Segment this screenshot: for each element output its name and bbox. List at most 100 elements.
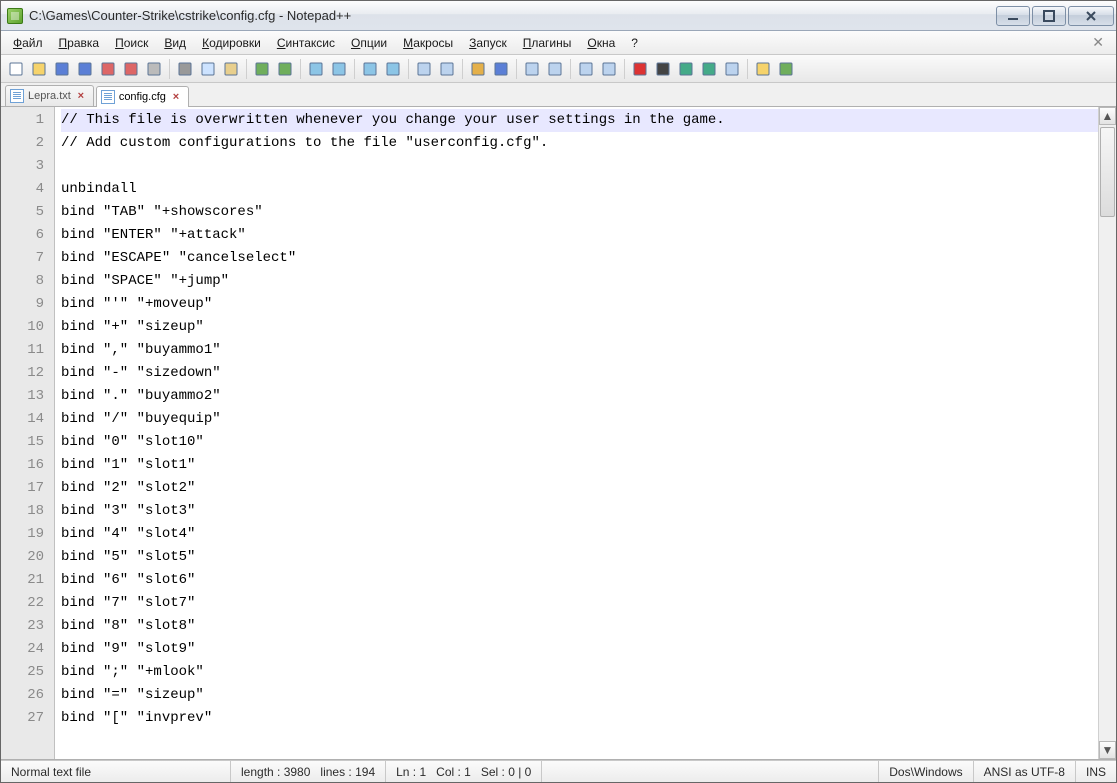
zoom-in-icon[interactable]	[359, 58, 381, 80]
show-all-chars-icon[interactable]	[490, 58, 512, 80]
code-line[interactable]: bind "9" "slot9"	[61, 638, 1098, 661]
func-list-icon[interactable]	[598, 58, 620, 80]
code-line[interactable]: bind "'" "+moveup"	[61, 293, 1098, 316]
menu-item[interactable]: Плагины	[517, 34, 578, 52]
save-icon[interactable]	[51, 58, 73, 80]
code-line[interactable]: bind "[" "invprev"	[61, 707, 1098, 730]
sync-hscroll-icon[interactable]	[436, 58, 458, 80]
close-window-button[interactable]	[1068, 6, 1114, 26]
folder-icon[interactable]	[752, 58, 774, 80]
toolbar	[1, 55, 1116, 83]
tab-label: Lepra.txt	[28, 90, 71, 102]
code-line[interactable]: bind "SPACE" "+jump"	[61, 270, 1098, 293]
menu-item[interactable]: Вид	[158, 34, 192, 52]
tab-close-icon[interactable]: ×	[170, 91, 182, 103]
stop-macro-icon[interactable]	[652, 58, 674, 80]
close-icon[interactable]	[97, 58, 119, 80]
menu-item[interactable]: ?	[625, 34, 644, 52]
window-title: C:\Games\Counter-Strike\cstrike\config.c…	[29, 8, 994, 23]
file-tab[interactable]: Lepra.txt ×	[5, 85, 94, 106]
doc-map-icon[interactable]	[575, 58, 597, 80]
paste-icon[interactable]	[220, 58, 242, 80]
toolbar-separator	[462, 59, 463, 79]
line-number: 19	[3, 523, 44, 546]
status-filetype: Normal text file	[1, 761, 231, 782]
code-line[interactable]: bind "4" "slot4"	[61, 523, 1098, 546]
wordwrap-icon[interactable]	[467, 58, 489, 80]
play-macro-icon[interactable]	[675, 58, 697, 80]
cut-icon[interactable]	[174, 58, 196, 80]
app-icon	[7, 8, 23, 24]
code-line[interactable]: bind "/" "buyequip"	[61, 408, 1098, 431]
vertical-scrollbar[interactable]: ▲ ▼	[1098, 107, 1116, 759]
sync-vscroll-icon[interactable]	[413, 58, 435, 80]
line-number: 7	[3, 247, 44, 270]
status-spacer	[542, 761, 879, 782]
scroll-thumb[interactable]	[1100, 127, 1115, 217]
record-macro-icon[interactable]	[629, 58, 651, 80]
code-line[interactable]: bind "TAB" "+showscores"	[61, 201, 1098, 224]
play-multi-icon[interactable]	[698, 58, 720, 80]
code-line[interactable]: unbindall	[61, 178, 1098, 201]
code-line[interactable]: bind "3" "slot3"	[61, 500, 1098, 523]
menu-item[interactable]: Макросы	[397, 34, 459, 52]
zoom-out-icon[interactable]	[382, 58, 404, 80]
code-line[interactable]: bind "=" "sizeup"	[61, 684, 1098, 707]
close-all-icon[interactable]	[120, 58, 142, 80]
find-icon[interactable]	[305, 58, 327, 80]
user-lang-icon[interactable]	[544, 58, 566, 80]
code-line[interactable]: bind "+" "sizeup"	[61, 316, 1098, 339]
menu-item[interactable]: Файл	[7, 34, 49, 52]
menu-item[interactable]: Синтаксис	[271, 34, 341, 52]
indent-guide-icon[interactable]	[521, 58, 543, 80]
print-icon[interactable]	[143, 58, 165, 80]
code-line[interactable]: bind "," "buyammo1"	[61, 339, 1098, 362]
tab-close-icon[interactable]: ×	[75, 90, 87, 102]
status-length: length : 3980 lines : 194	[231, 761, 386, 782]
menu-item[interactable]: Правка	[53, 34, 106, 52]
replace-icon[interactable]	[328, 58, 350, 80]
minimize-button[interactable]	[996, 6, 1030, 26]
code-line[interactable]: bind "-" "sizedown"	[61, 362, 1098, 385]
line-number: 24	[3, 638, 44, 661]
menu-item[interactable]: Кодировки	[196, 34, 267, 52]
maximize-button[interactable]	[1032, 6, 1066, 26]
open-file-icon[interactable]	[28, 58, 50, 80]
code-line[interactable]: bind "5" "slot5"	[61, 546, 1098, 569]
save-all-icon[interactable]	[74, 58, 96, 80]
code-area[interactable]: // This file is overwritten whenever you…	[55, 107, 1098, 759]
line-number: 9	[3, 293, 44, 316]
code-line[interactable]: bind ";" "+mlook"	[61, 661, 1098, 684]
code-line[interactable]: // Add custom configurations to the file…	[61, 132, 1098, 155]
new-file-icon[interactable]	[5, 58, 27, 80]
tab-label: config.cfg	[119, 91, 166, 103]
close-document-button[interactable]: ✕	[1086, 34, 1110, 51]
menu-item[interactable]: Поиск	[109, 34, 154, 52]
line-number: 6	[3, 224, 44, 247]
code-line[interactable]: bind "ESCAPE" "cancelselect"	[61, 247, 1098, 270]
copy-icon[interactable]	[197, 58, 219, 80]
menu-item[interactable]: Опции	[345, 34, 393, 52]
code-line[interactable]: bind "7" "slot7"	[61, 592, 1098, 615]
save-macro-icon[interactable]	[721, 58, 743, 80]
line-number: 13	[3, 385, 44, 408]
code-line[interactable]: bind "8" "slot8"	[61, 615, 1098, 638]
code-line[interactable]: bind "ENTER" "+attack"	[61, 224, 1098, 247]
toolbar-separator	[747, 59, 748, 79]
file-tab[interactable]: config.cfg ×	[96, 86, 189, 107]
redo-icon[interactable]	[274, 58, 296, 80]
code-line[interactable]: bind "0" "slot10"	[61, 431, 1098, 454]
code-line[interactable]: // This file is overwritten whenever you…	[61, 109, 1098, 132]
scroll-up-button[interactable]: ▲	[1099, 107, 1116, 125]
spellcheck-icon[interactable]	[775, 58, 797, 80]
toolbar-separator	[624, 59, 625, 79]
code-line[interactable]: bind "." "buyammo2"	[61, 385, 1098, 408]
undo-icon[interactable]	[251, 58, 273, 80]
menu-item[interactable]: Запуск	[463, 34, 513, 52]
code-line[interactable]: bind "6" "slot6"	[61, 569, 1098, 592]
menu-item[interactable]: Окна	[581, 34, 621, 52]
scroll-down-button[interactable]: ▼	[1099, 741, 1116, 759]
code-line[interactable]: bind "2" "slot2"	[61, 477, 1098, 500]
code-line[interactable]: bind "1" "slot1"	[61, 454, 1098, 477]
code-line[interactable]	[61, 155, 1098, 178]
